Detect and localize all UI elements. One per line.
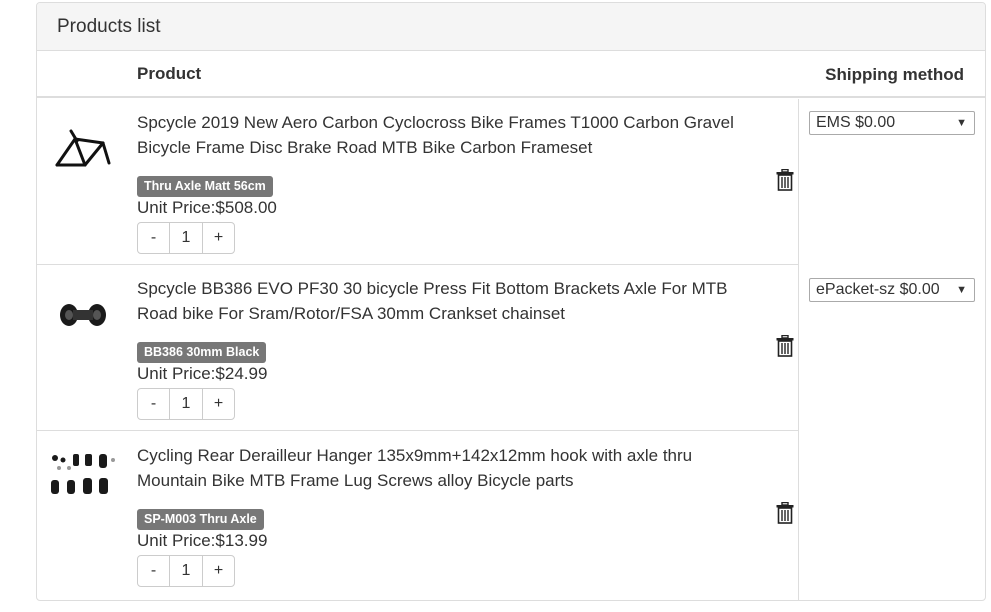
unit-price: Unit Price:$508.00: [137, 198, 277, 217]
table-header: Product Shipping method: [37, 51, 985, 98]
quantity-increase-button[interactable]: +: [203, 223, 234, 253]
shipping-column-divider: [798, 99, 799, 600]
product-title[interactable]: Spcycle BB386 EVO PF30 30 bicycle Press …: [137, 276, 767, 326]
shipping-method-select[interactable]: EMS $0.00 ▼: [809, 111, 975, 135]
product-title[interactable]: Cycling Rear Derailleur Hanger 135x9mm+1…: [137, 443, 767, 493]
variant-badge: BB386 30mm Black: [137, 342, 267, 363]
quantity-increase-button[interactable]: +: [203, 389, 234, 419]
quantity-increase-button[interactable]: +: [203, 556, 234, 586]
products-panel: Products list Product Shipping method Sp…: [36, 2, 986, 601]
unit-price: Unit Price:$24.99: [137, 364, 268, 383]
trash-icon[interactable]: [776, 169, 794, 191]
quantity-decrease-button[interactable]: -: [138, 389, 169, 419]
product-title[interactable]: Spcycle 2019 New Aero Carbon Cyclocross …: [137, 110, 767, 160]
caret-down-icon: ▼: [956, 284, 967, 296]
quantity-stepper: - 1 +: [137, 388, 235, 420]
product-image-derailleur-hanger: [51, 454, 115, 494]
caret-down-icon: ▼: [956, 117, 967, 129]
product-row: Spcycle 2019 New Aero Carbon Cyclocross …: [37, 99, 798, 265]
column-header-product: Product: [137, 64, 202, 83]
product-image-bottom-bracket: [60, 304, 106, 326]
column-header-shipping: Shipping method: [825, 65, 964, 84]
quantity-value[interactable]: 1: [169, 556, 203, 586]
quantity-stepper: - 1 +: [137, 555, 235, 587]
quantity-stepper: - 1 +: [137, 222, 235, 254]
quantity-decrease-button[interactable]: -: [138, 223, 169, 253]
quantity-value[interactable]: 1: [169, 389, 203, 419]
trash-icon[interactable]: [776, 335, 794, 357]
variant-badge: Thru Axle Matt 56cm: [137, 176, 273, 197]
unit-price: Unit Price:$13.99: [137, 531, 268, 550]
product-row: Cycling Rear Derailleur Hanger 135x9mm+1…: [37, 432, 798, 598]
trash-icon[interactable]: [776, 502, 794, 524]
quantity-value[interactable]: 1: [169, 223, 203, 253]
shipping-method-select[interactable]: ePacket-sz $0.00 ▼: [809, 278, 975, 302]
quantity-decrease-button[interactable]: -: [138, 556, 169, 586]
product-row: Spcycle BB386 EVO PF30 30 bicycle Press …: [37, 265, 798, 431]
product-image-frameset: [55, 129, 111, 167]
variant-badge: SP-M003 Thru Axle: [137, 509, 264, 530]
panel-title: Products list: [37, 3, 985, 51]
